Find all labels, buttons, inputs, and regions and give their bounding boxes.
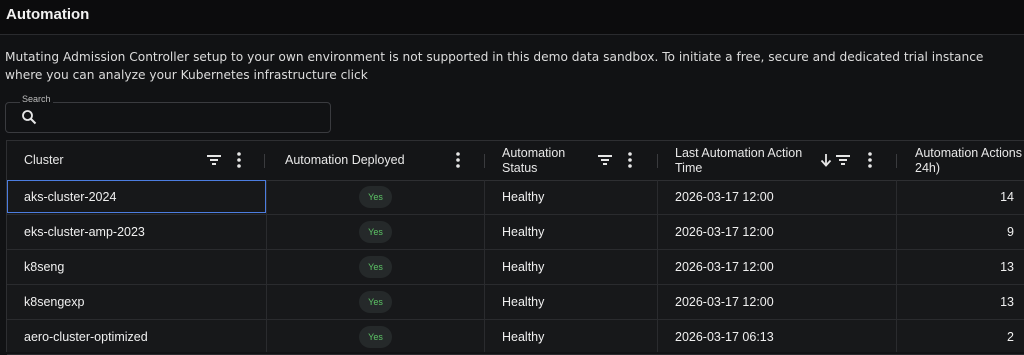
deployed-badge: Yes	[359, 326, 392, 348]
actions-count: 13	[1000, 260, 1014, 274]
column-menu-icon[interactable]	[456, 152, 460, 168]
table-header: Cluster Automation Deployed Automation S…	[7, 141, 1024, 181]
page-title: Automation	[6, 6, 90, 23]
filter-icon[interactable]	[207, 154, 221, 166]
column-title-line1: Last Automation Action	[675, 146, 803, 160]
column-header-automation-actions[interactable]: Automation Actions ( 24h)	[898, 141, 1024, 180]
focused-cell-outline	[7, 180, 266, 213]
last-action-time: 2026-03-17 12:00	[675, 190, 774, 204]
column-title-line2: 24h)	[915, 161, 941, 175]
automation-table: Cluster Automation Deployed Automation S…	[6, 140, 1024, 355]
column-title-line1: Automation	[502, 146, 566, 160]
column-header-automation-deployed[interactable]: Automation Deployed	[267, 141, 485, 180]
column-title-line2: Time	[675, 161, 703, 175]
column-header-automation-status[interactable]: Automation Status	[485, 141, 658, 180]
column-title-line1: Automation Actions (	[915, 146, 1024, 160]
app-header: Automation	[0, 0, 1024, 35]
last-action-time: 2026-03-17 12:00	[675, 295, 774, 309]
search-icon	[22, 110, 37, 125]
column-resize-handle[interactable]	[896, 154, 897, 168]
column-resize-handle[interactable]	[264, 154, 265, 168]
column-title: Cluster	[24, 153, 64, 167]
table-row[interactable]: k8seng Yes Healthy 2026-03-17 12:00 13	[7, 250, 1024, 285]
cluster-name: k8sengexp	[24, 295, 85, 309]
automation-status: Healthy	[502, 190, 545, 204]
column-header-cluster[interactable]: Cluster	[7, 141, 267, 180]
search-input[interactable]	[5, 102, 331, 133]
sandbox-notice: Mutating Admission Controller setup to y…	[5, 50, 984, 82]
automation-status: Healthy	[502, 260, 545, 274]
column-title: Automation Deployed	[285, 153, 405, 167]
filter-icon[interactable]	[598, 154, 612, 166]
cluster-name: k8seng	[24, 260, 65, 274]
deployed-badge: Yes	[359, 256, 392, 278]
actions-count: 9	[1007, 225, 1014, 239]
column-menu-icon[interactable]	[237, 152, 241, 168]
deployed-badge: Yes	[359, 291, 392, 313]
table-row[interactable]: eks-cluster-amp-2023 Yes Healthy 2026-03…	[7, 215, 1024, 250]
filter-icon[interactable]	[836, 154, 850, 166]
cluster-name: aero-cluster-optimized	[24, 330, 148, 344]
actions-count: 14	[1000, 190, 1014, 204]
last-action-time: 2026-03-17 06:13	[675, 330, 774, 344]
table-row[interactable]: aero-cluster-optimized Yes Healthy 2026-…	[7, 320, 1024, 355]
automation-status: Healthy	[502, 295, 545, 309]
column-menu-icon[interactable]	[868, 152, 872, 168]
automation-status: Healthy	[502, 225, 545, 239]
column-title-line2: Status	[502, 161, 538, 175]
column-menu-icon[interactable]	[628, 152, 632, 168]
actions-count: 2	[1007, 330, 1014, 344]
table-row[interactable]: k8sengexp Yes Healthy 2026-03-17 12:00 1…	[7, 285, 1024, 320]
actions-count: 13	[1000, 295, 1014, 309]
deployed-badge: Yes	[359, 221, 392, 243]
column-header-last-action-time[interactable]: Last Automation Action Time	[658, 141, 898, 180]
last-action-time: 2026-03-17 12:00	[675, 260, 774, 274]
sort-descending-icon[interactable]	[820, 153, 832, 167]
deployed-badge: Yes	[359, 186, 392, 208]
cluster-name: eks-cluster-amp-2023	[24, 225, 145, 239]
automation-status: Healthy	[502, 330, 545, 344]
search-label: Search	[20, 94, 53, 104]
last-action-time: 2026-03-17 12:00	[675, 225, 774, 239]
